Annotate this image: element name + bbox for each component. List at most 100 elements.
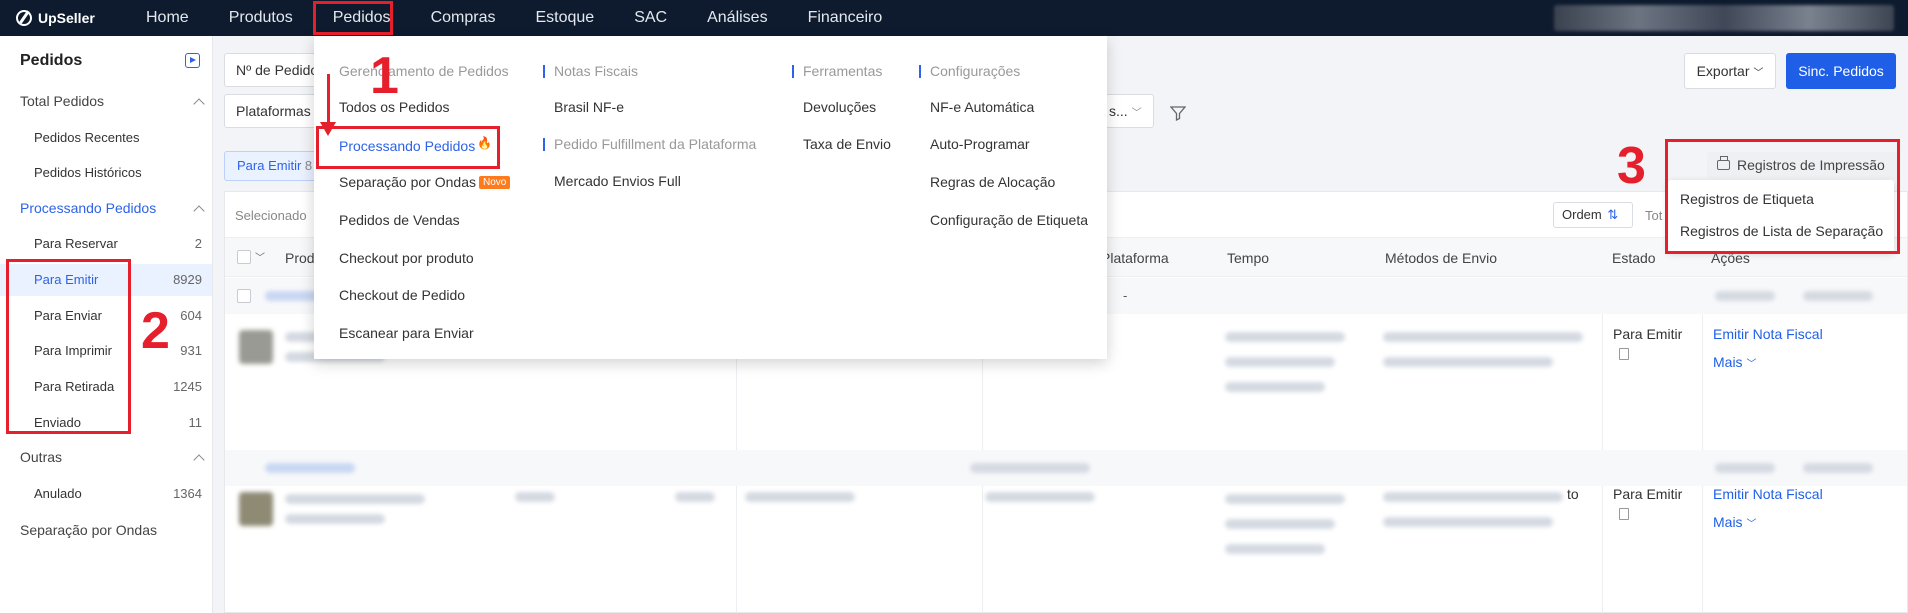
chevron-down-icon[interactable]: ﹀: [255, 249, 265, 264]
section-marker: [792, 65, 794, 78]
sync-orders-button[interactable]: Sinc. Pedidos: [1786, 53, 1896, 89]
blurred-shipping: [1383, 332, 1583, 342]
blurred-meta: [1715, 291, 1775, 301]
document-icon[interactable]: [1619, 508, 1629, 520]
chevron-down-icon: ﹀: [1746, 359, 1757, 370]
chevron-up-icon[interactable]: [193, 98, 205, 110]
menu-item-config-etiqueta[interactable]: Configuração de Etiqueta: [930, 212, 1088, 228]
sidebar-item-label: Para Reservar: [34, 236, 118, 251]
sort-icon: ⇅: [1603, 207, 1619, 222]
menu-item-separacao-ondas[interactable]: Separação por Ondas Novo: [339, 174, 511, 190]
section-marker: [543, 138, 545, 151]
logo[interactable]: UpSeller: [16, 10, 126, 26]
more-actions-label: Mais: [1713, 514, 1743, 530]
nav-analises[interactable]: Análises: [687, 0, 787, 36]
issue-invoice-link[interactable]: Emitir Nota Fiscal: [1713, 326, 1823, 342]
export-button[interactable]: Exportar ﹀: [1684, 53, 1776, 89]
blurred-time: [1225, 519, 1335, 529]
nav-financeiro[interactable]: Financeiro: [788, 0, 903, 36]
chevron-up-icon[interactable]: [193, 205, 205, 217]
order-number-select[interactable]: Nº de Pedido: [224, 53, 324, 87]
menu-item-devolucoes[interactable]: Devoluções: [803, 99, 876, 115]
blurred-order-id: [265, 463, 355, 473]
pedidos-mega-menu: Gerenciamento de Pedidos Todos os Pedido…: [314, 36, 1107, 359]
blurred-cell: [515, 492, 555, 502]
sidebar-collapse-icon[interactable]: [185, 53, 200, 68]
sidebar-group-processando[interactable]: Processando Pedidos: [20, 200, 156, 216]
product-thumbnail: [239, 330, 273, 364]
annotation-box-sidebar-statuses: [6, 259, 131, 434]
sidebar-item-count: 604: [180, 308, 202, 323]
shipping-overflow-text: to: [1567, 486, 1579, 502]
more-actions-link[interactable]: Mais ﹀: [1713, 514, 1756, 530]
menu-heading-gerenciamento: Gerenciamento de Pedidos: [339, 63, 509, 79]
blurred-shipping: [1383, 357, 1553, 367]
sidebar-item-count: 1364: [173, 486, 202, 501]
column-divider: [1702, 486, 1703, 613]
menu-heading-configuracoes: Configurações: [930, 63, 1021, 79]
selected-label: Selecionado: [235, 208, 307, 223]
status-select-value: s...: [1109, 103, 1128, 119]
menu-item-taxa-envio[interactable]: Taxa de Envio: [803, 136, 891, 152]
order-sort-label: Ordem: [1562, 207, 1602, 222]
sidebar-group-total[interactable]: Total Pedidos: [20, 93, 104, 109]
tab-para-emitir[interactable]: Para Emitir 8: [224, 151, 319, 181]
blurred-meta: [1803, 291, 1873, 301]
blurred-meta: [1715, 463, 1775, 473]
menu-item-mercado-envios-full[interactable]: Mercado Envios Full: [554, 173, 681, 189]
select-all-checkbox[interactable]: [237, 250, 251, 264]
menu-heading-fulfillment: Pedido Fulfillment da Plataforma: [554, 136, 757, 152]
blurred-time: [1225, 544, 1325, 554]
nav-estoque[interactable]: Estoque: [515, 0, 614, 36]
annotation-number-2: 2: [141, 302, 170, 360]
chevron-down-icon: ﹀: [1753, 68, 1764, 79]
row-checkbox[interactable]: [237, 289, 251, 303]
sidebar-item-label: Anulado: [34, 486, 82, 501]
nav-sac[interactable]: SAC: [614, 0, 687, 36]
chevron-down-icon: ﹀: [1746, 519, 1757, 530]
nav-home[interactable]: Home: [126, 0, 209, 36]
sidebar-item-para-reservar[interactable]: Para Reservar 2: [0, 228, 212, 260]
menu-item-pedidos-vendas[interactable]: Pedidos de Vendas: [339, 212, 460, 228]
platform-select[interactable]: Plataformas: [224, 94, 324, 128]
menu-item-brasil-nfe[interactable]: Brasil NF-e: [554, 99, 624, 115]
menu-item-auto-programar[interactable]: Auto-Programar: [930, 136, 1030, 152]
sidebar-item-label: Pedidos Históricos: [34, 165, 142, 180]
blurred-product-name: [285, 494, 425, 504]
issue-invoice-link[interactable]: Emitir Nota Fiscal: [1713, 486, 1823, 502]
menu-item-regras-alocacao[interactable]: Regras de Alocação: [930, 174, 1055, 190]
sidebar-group-outras[interactable]: Outras: [20, 449, 62, 465]
sidebar-item-anulado[interactable]: Anulado 1364: [0, 478, 212, 510]
menu-item-escanear-enviar[interactable]: Escanear para Enviar: [339, 325, 474, 341]
section-marker: [919, 65, 921, 78]
nav-compras[interactable]: Compras: [411, 0, 516, 36]
blurred-meta: [970, 463, 1090, 473]
section-marker: [543, 65, 545, 78]
menu-item-checkout-pedido[interactable]: Checkout de Pedido: [339, 287, 465, 303]
menu-item-label: Separação por Ondas: [339, 174, 476, 190]
sidebar-group-separacao[interactable]: Separação por Ondas: [20, 522, 157, 538]
order-state: Para Emitir: [1613, 326, 1683, 342]
document-icon[interactable]: [1619, 348, 1629, 360]
blurred-product-sku: [285, 514, 385, 524]
annotation-arrow-head-icon: [320, 122, 336, 136]
col-header-time: Tempo: [1227, 250, 1270, 266]
menu-item-nfe-automatica[interactable]: NF-e Automática: [930, 99, 1034, 115]
menu-heading-notas-fiscais: Notas Fiscais: [554, 63, 639, 79]
column-divider: [736, 486, 737, 613]
sidebar-item-pedidos-recentes[interactable]: Pedidos Recentes: [0, 122, 212, 154]
nav-produtos[interactable]: Produtos: [209, 0, 313, 36]
annotation-number-1: 1: [370, 47, 399, 105]
more-actions-link[interactable]: Mais ﹀: [1713, 354, 1756, 370]
menu-heading-ferramentas: Ferramentas: [803, 63, 883, 79]
order-sort-button[interactable]: Ordem ⇅: [1553, 202, 1633, 228]
menu-item-checkout-produto[interactable]: Checkout por produto: [339, 250, 474, 266]
sidebar-item-count: 1245: [173, 379, 202, 394]
upseller-logo-icon: [16, 10, 32, 26]
annotation-box-pedidos-nav: [313, 1, 393, 35]
chevron-up-icon[interactable]: [193, 454, 205, 466]
sidebar-item-pedidos-historicos[interactable]: Pedidos Históricos: [0, 157, 212, 189]
annotation-box-processando: [316, 126, 500, 169]
filter-funnel-icon[interactable]: [1170, 105, 1186, 121]
blurred-cell: [985, 492, 1095, 502]
